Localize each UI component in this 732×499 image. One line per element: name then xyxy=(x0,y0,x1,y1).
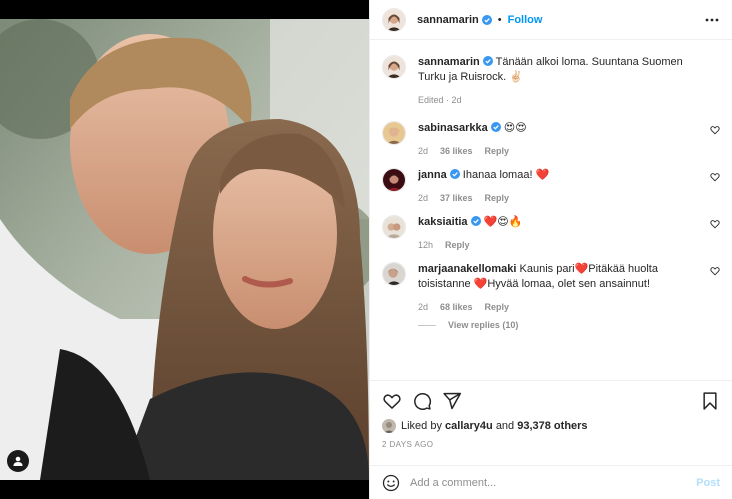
avatar[interactable] xyxy=(382,215,406,239)
verified-icon xyxy=(490,122,501,132)
caption-username[interactable]: sannamarin xyxy=(418,56,480,68)
comment-text: Ihanaa lomaa! ❤️ xyxy=(462,169,550,181)
post-actions: Liked by callary4u and 93,378 others 2 D… xyxy=(370,380,732,449)
caption-meta: Edited · 2d xyxy=(418,95,462,105)
share-button[interactable] xyxy=(442,391,462,411)
user-tag-icon xyxy=(13,456,23,466)
heart-icon xyxy=(383,394,401,409)
caption-emoji: ✌🏻 xyxy=(509,71,523,83)
likes-summary: Liked by callary4u and 93,378 others xyxy=(382,419,720,433)
comment-item: janna Ihanaa lomaa! ❤️ 2d 37 likes Reply xyxy=(382,168,720,206)
comment-time[interactable]: 2d xyxy=(418,144,428,159)
verified-icon xyxy=(482,56,493,66)
heart-icon[interactable] xyxy=(710,219,720,229)
comment-button[interactable] xyxy=(412,391,432,411)
verified-icon xyxy=(481,14,492,25)
comment-username[interactable]: sabinasarkka xyxy=(418,122,488,134)
comment-username[interactable]: janna xyxy=(418,169,447,181)
comment-item: sabinasarkka 😍😍 2d 36 likes Reply xyxy=(382,121,720,159)
comment-username[interactable]: marjaanakellomaki xyxy=(418,263,516,275)
follow-button[interactable]: Follow xyxy=(508,14,543,26)
post-date[interactable]: 2 DAYS AGO xyxy=(382,440,720,449)
save-button[interactable] xyxy=(700,391,720,411)
divider xyxy=(418,324,436,326)
comment-time[interactable]: 2d xyxy=(418,191,428,206)
like-button[interactable] xyxy=(382,391,402,411)
comment-input[interactable] xyxy=(410,476,697,489)
separator-dot: • xyxy=(497,13,502,26)
liked-by-prefix: Liked by xyxy=(401,420,442,432)
add-comment-bar: Post xyxy=(370,465,732,499)
view-replies-label: View replies (10) xyxy=(448,320,519,330)
avatar[interactable] xyxy=(382,121,406,145)
avatar[interactable] xyxy=(382,168,406,192)
more-icon xyxy=(705,18,719,21)
share-icon xyxy=(443,392,462,410)
post-photo-panel xyxy=(0,0,369,499)
reply-button[interactable]: Reply xyxy=(445,238,470,253)
comment-text: 😍😍 xyxy=(503,122,527,134)
reply-button[interactable]: Reply xyxy=(485,300,510,315)
reply-button[interactable]: Reply xyxy=(485,144,510,159)
more-options-button[interactable] xyxy=(704,12,720,28)
comment-time[interactable]: 2d xyxy=(418,300,428,315)
avatar[interactable] xyxy=(382,7,406,32)
user-tag-button[interactable] xyxy=(7,450,29,472)
comment-item: kaksiaitia ❤️😍🔥 12h Reply xyxy=(382,215,720,253)
view-replies-button[interactable]: View replies (10) xyxy=(418,320,720,330)
author-username[interactable]: sannamarin xyxy=(417,14,479,26)
bookmark-icon xyxy=(703,392,717,410)
heart-icon[interactable] xyxy=(710,125,720,135)
post-photo[interactable] xyxy=(0,19,369,480)
comment-icon xyxy=(414,393,432,410)
comment-username[interactable]: kaksiaitia xyxy=(418,216,468,228)
comment-time[interactable]: 12h xyxy=(418,238,433,253)
liked-by-joiner: and xyxy=(495,420,515,432)
comment-likes[interactable]: 36 likes xyxy=(440,144,473,159)
comments-list: sannamarin Tänään alkoi loma. Suuntana S… xyxy=(370,41,732,380)
avatar[interactable] xyxy=(382,262,406,286)
post-comment-button[interactable]: Post xyxy=(696,477,720,489)
comment-likes[interactable]: 37 likes xyxy=(440,191,473,206)
verified-icon xyxy=(470,216,481,226)
post-header: sannamarin • Follow xyxy=(370,0,732,40)
post-sidebar: sannamarin • Follow sannamarin Tänään al… xyxy=(369,0,732,499)
comment-text: ❤️😍🔥 xyxy=(483,216,523,228)
reply-button[interactable]: Reply xyxy=(485,191,510,206)
verified-icon xyxy=(449,169,460,179)
comment-item: marjaanakellomaki Kaunis pari❤️Pitäkää h… xyxy=(382,262,720,315)
heart-icon[interactable] xyxy=(710,266,720,276)
avatar[interactable] xyxy=(382,419,396,433)
post-caption: sannamarin Tänään alkoi loma. Suuntana S… xyxy=(382,55,720,108)
comment-likes[interactable]: 68 likes xyxy=(440,300,473,315)
liked-by-others[interactable]: 93,378 others xyxy=(517,420,587,432)
liked-by-user[interactable]: callary4u xyxy=(445,420,493,432)
heart-icon[interactable] xyxy=(710,172,720,182)
emoji-icon[interactable] xyxy=(382,474,400,492)
avatar[interactable] xyxy=(382,55,406,79)
